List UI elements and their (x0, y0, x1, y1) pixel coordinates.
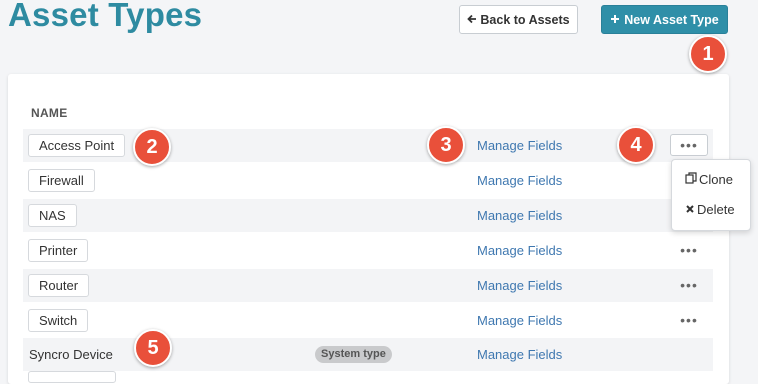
asset-type-name: Syncro Device (29, 347, 113, 362)
more-options-button[interactable]: ••• (670, 239, 708, 261)
annotation-marker-3: 3 (427, 126, 465, 164)
asset-type-name[interactable]: Printer (28, 239, 89, 262)
asset-type-name[interactable]: NAS (28, 204, 77, 227)
manage-fields-link[interactable]: Manage Fields (477, 243, 562, 258)
annotation-marker-1: 1 (689, 35, 727, 73)
back-to-assets-label: Back to Assets (480, 12, 570, 27)
system-type-badge: System type (315, 346, 392, 363)
back-to-assets-button[interactable]: Back to Assets (459, 5, 578, 34)
manage-fields-link[interactable]: Manage Fields (477, 173, 562, 188)
table-row: Access Point Manage Fields ••• (23, 129, 713, 162)
row-actions-menu: Clone Delete (671, 159, 751, 231)
ellipsis-icon: ••• (680, 242, 698, 258)
annotation-marker-5: 5 (134, 329, 172, 367)
arrow-left-icon (467, 13, 477, 27)
asset-type-name[interactable]: Switch (28, 309, 89, 332)
table-row: Syncro Device System type Manage Fields (23, 338, 713, 371)
manage-fields-link[interactable]: Manage Fields (477, 208, 562, 223)
manage-fields-link[interactable]: Manage Fields (477, 313, 562, 328)
annotation-marker-4: 4 (617, 126, 655, 164)
more-options-button[interactable]: ••• (670, 134, 708, 156)
new-asset-type-button[interactable]: New Asset Type (601, 5, 728, 34)
clone-menu-item[interactable]: Clone (685, 172, 733, 187)
copy-icon (685, 172, 697, 187)
new-asset-type-label: New Asset Type (624, 12, 719, 27)
asset-type-name[interactable]: Access Point (28, 134, 126, 157)
manage-fields-link[interactable]: Manage Fields (477, 138, 562, 153)
clone-label: Clone (699, 172, 733, 187)
annotation-marker-2: 2 (133, 128, 171, 166)
manage-fields-link[interactable]: Manage Fields (477, 278, 562, 293)
column-header-name: NAME (31, 106, 68, 120)
table-row: Switch Manage Fields ••• (23, 304, 713, 337)
asset-type-name[interactable]: Firewall (28, 169, 95, 192)
ellipsis-icon: ••• (680, 312, 698, 328)
table-row: Firewall Manage Fields (23, 164, 713, 197)
plus-icon (610, 13, 620, 27)
more-options-button[interactable]: ••• (670, 274, 708, 296)
more-options-button[interactable]: ••• (670, 309, 708, 331)
page-title: Asset Types (8, 0, 203, 33)
table-row: Printer Manage Fields ••• (23, 234, 713, 267)
close-icon (685, 202, 695, 217)
table-row: NAS Manage Fields (23, 199, 713, 232)
asset-type-name[interactable]: Router (28, 274, 90, 297)
ellipsis-icon: ••• (680, 277, 698, 293)
delete-label: Delete (697, 202, 735, 217)
ellipsis-icon: ••• (680, 137, 698, 153)
asset-type-name-partial (28, 371, 116, 383)
delete-menu-item[interactable]: Delete (685, 202, 735, 217)
manage-fields-link[interactable]: Manage Fields (477, 347, 562, 362)
table-row: Router Manage Fields ••• (23, 269, 713, 302)
